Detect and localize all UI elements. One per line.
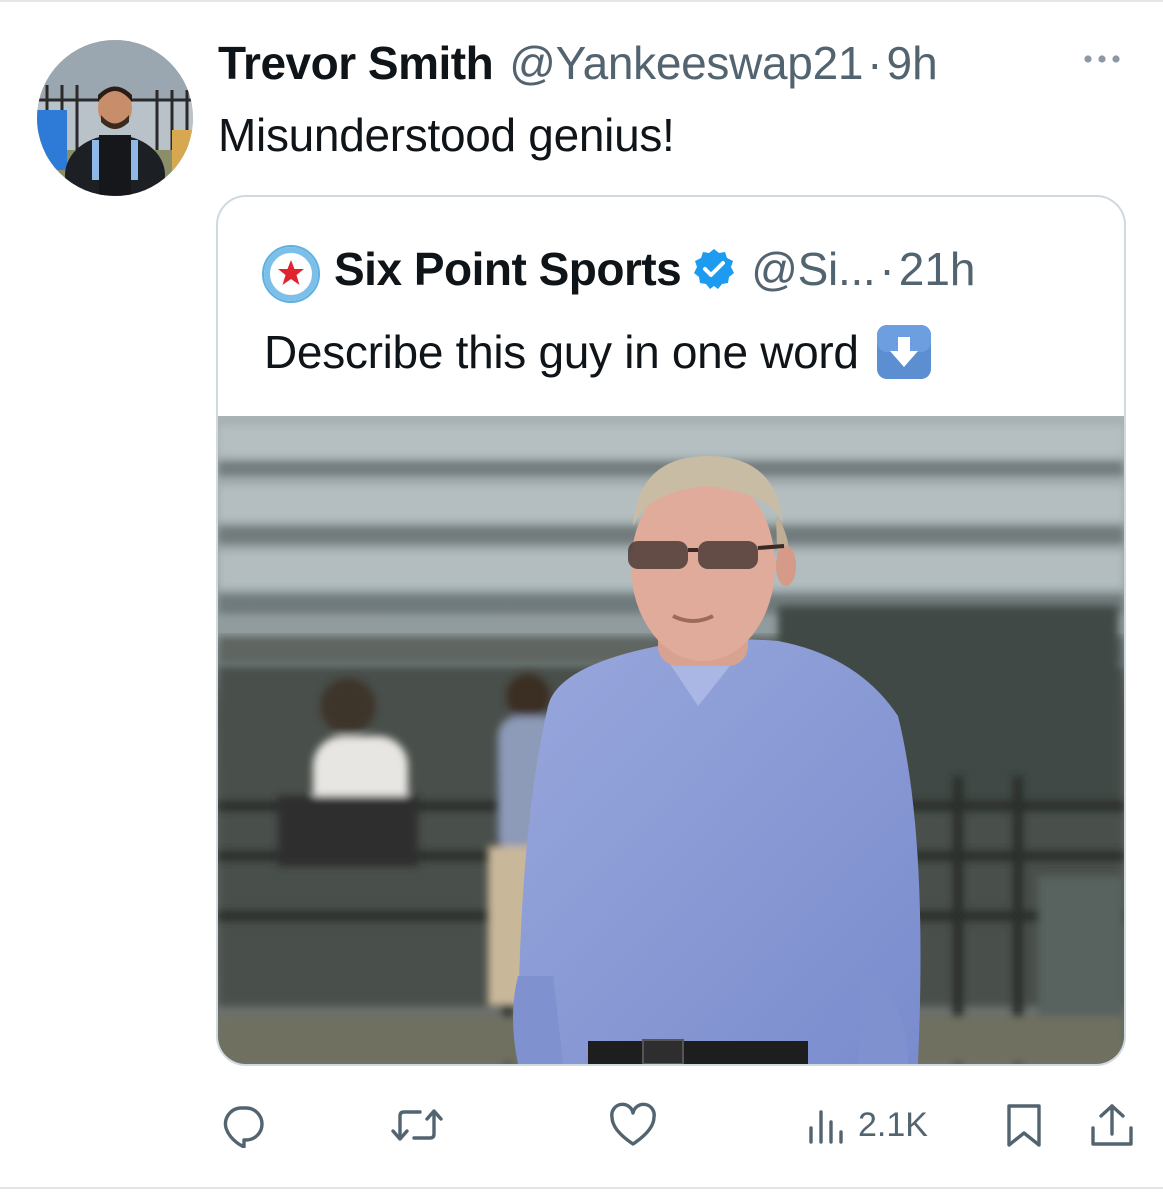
retweet-icon xyxy=(390,1102,444,1148)
tweet-header: Trevor Smith @Yankeeswap21 · 9h xyxy=(218,36,938,92)
quoted-tweet-text-row: Describe this guy in one word xyxy=(264,323,933,381)
author-avatar[interactable] xyxy=(37,40,193,196)
views-bar-chart-icon xyxy=(806,1102,846,1148)
quoted-tweet-card[interactable]: Six Point Sports @Si... · 21h Describe t… xyxy=(216,195,1126,1066)
bookmark-icon xyxy=(1004,1102,1044,1148)
bottom-divider xyxy=(0,1187,1163,1189)
quoted-tweet-text: Describe this guy in one word xyxy=(264,326,859,378)
share-button[interactable] xyxy=(1088,1090,1136,1160)
share-icon xyxy=(1088,1102,1136,1148)
reply-button[interactable] xyxy=(220,1090,266,1160)
tweet-action-bar: 2.1K xyxy=(0,1090,1163,1160)
quoted-tweet-header: Six Point Sports @Si... · 21h xyxy=(334,242,975,296)
quoted-header-separator: · xyxy=(879,243,895,295)
more-options-icon[interactable] xyxy=(1080,44,1124,74)
verified-badge-icon xyxy=(691,246,737,292)
bookmark-button[interactable] xyxy=(1004,1090,1044,1160)
author-handle[interactable]: @Yankeeswap21 xyxy=(509,36,863,90)
down-arrow-emoji-icon xyxy=(875,323,933,381)
quoted-timestamp[interactable]: 21h xyxy=(899,242,976,296)
heart-icon xyxy=(608,1102,658,1148)
views-count: 2.1K xyxy=(858,1105,928,1144)
top-divider xyxy=(0,0,1163,2)
quoted-author-avatar[interactable] xyxy=(262,245,320,303)
like-button[interactable] xyxy=(608,1090,658,1160)
header-separator: · xyxy=(867,37,883,89)
retweet-button[interactable] xyxy=(390,1090,444,1160)
tweet-timestamp[interactable]: 9h xyxy=(886,36,937,90)
reply-icon xyxy=(220,1102,266,1148)
quoted-author-handle[interactable]: @Si... xyxy=(751,242,875,296)
author-name[interactable]: Trevor Smith xyxy=(218,36,494,90)
quoted-author-name[interactable]: Six Point Sports xyxy=(334,242,682,296)
tweet-text: Misunderstood genius! xyxy=(218,109,675,161)
views-button[interactable]: 2.1K xyxy=(806,1090,928,1160)
quoted-tweet-photo[interactable] xyxy=(218,416,1124,1064)
